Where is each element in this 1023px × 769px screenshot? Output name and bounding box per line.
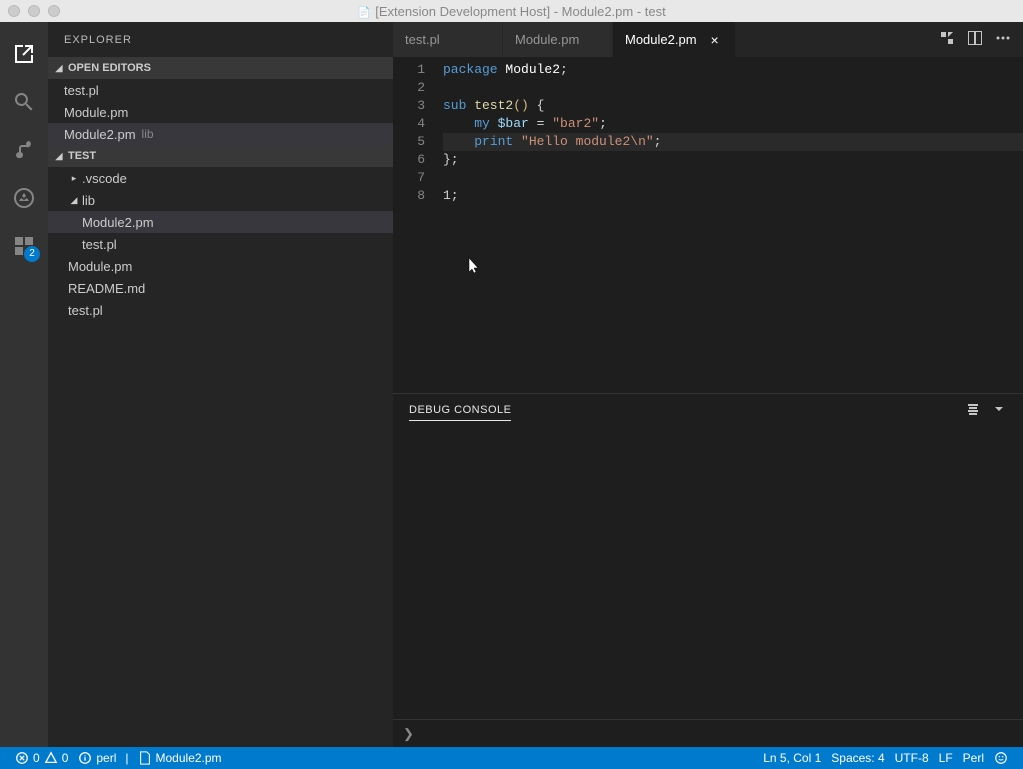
- project-section-header[interactable]: ◢ TEST: [48, 145, 393, 167]
- file-label: test.pl: [82, 237, 117, 252]
- explorer-activity-icon[interactable]: [0, 30, 48, 78]
- extensions-badge: 2: [24, 246, 40, 262]
- console-input[interactable]: ❯: [393, 719, 1023, 747]
- file-path-suffix: lib: [142, 127, 154, 141]
- panel-tab-debug-console[interactable]: DEBUG CONSOLE: [409, 400, 511, 421]
- maximize-window-button[interactable]: [48, 5, 60, 17]
- editor-tab-module-pm[interactable]: Module.pm: [503, 22, 613, 57]
- mouse-cursor-icon: [468, 257, 482, 281]
- warning-icon: [44, 751, 58, 765]
- bottom-panel: DEBUG CONSOLE ❯: [393, 393, 1023, 747]
- panel-header: DEBUG CONSOLE: [393, 394, 1023, 426]
- breadcrumb-file: Module2.pm: [156, 751, 222, 765]
- folder-label: .vscode: [82, 171, 127, 186]
- feedback-status-icon[interactable]: [989, 747, 1013, 769]
- twisty-right-icon: ▸: [68, 173, 80, 183]
- file-icon: [138, 751, 152, 765]
- window-title: [Extension Development Host] - Module2.p…: [357, 4, 665, 19]
- more-actions-icon[interactable]: [995, 30, 1011, 49]
- project-label: TEST: [68, 150, 96, 162]
- file-test-pl-root[interactable]: test.pl: [48, 299, 393, 321]
- open-editors-section-header[interactable]: ◢ OPEN EDITORS: [48, 57, 393, 79]
- twisty-down-icon: ◢: [54, 63, 64, 73]
- eol-status[interactable]: LF: [934, 747, 958, 769]
- folder-vscode[interactable]: ▸ .vscode: [48, 167, 393, 189]
- editor-area: test.pl Module.pm Module2.pm ×: [393, 22, 1023, 747]
- window-titlebar: [Extension Development Host] - Module2.p…: [0, 0, 1023, 22]
- info-icon: [78, 751, 92, 765]
- debug-activity-icon[interactable]: [0, 174, 48, 222]
- file-label: Module.pm: [64, 105, 128, 120]
- error-count: 0: [33, 751, 40, 765]
- window-controls: [8, 5, 60, 17]
- minimize-window-button[interactable]: [28, 5, 40, 17]
- open-editor-item[interactable]: Module2.pm lib: [48, 123, 393, 145]
- open-editor-item[interactable]: Module.pm: [48, 101, 393, 123]
- open-editors-label: OPEN EDITORS: [68, 62, 151, 74]
- code-editor[interactable]: 1 2 3 4 5 6 7 8 package Module2; sub tes…: [393, 57, 1023, 393]
- panel-actions: [965, 401, 1007, 420]
- file-label: README.md: [68, 281, 145, 296]
- editor-actions: [927, 22, 1023, 57]
- extensions-activity-icon[interactable]: 2: [0, 222, 48, 270]
- file-module2-pm[interactable]: Module2.pm: [48, 211, 393, 233]
- tab-label: test.pl: [405, 32, 440, 47]
- smiley-icon: [994, 751, 1008, 765]
- breadcrumb-status[interactable]: Module2.pm: [133, 747, 227, 769]
- problems-status-item[interactable]: 0 0: [10, 747, 73, 769]
- file-label: Module.pm: [68, 259, 132, 274]
- search-activity-icon[interactable]: [0, 78, 48, 126]
- folder-label: lib: [82, 193, 95, 208]
- prompt-icon: ❯: [403, 726, 414, 742]
- compare-changes-icon[interactable]: [939, 30, 955, 49]
- folder-lib[interactable]: ◢ lib: [48, 189, 393, 211]
- file-label: test.pl: [68, 303, 103, 318]
- file-readme-md[interactable]: README.md: [48, 277, 393, 299]
- line-number-gutter: 1 2 3 4 5 6 7 8: [393, 57, 443, 393]
- twisty-down-icon: ◢: [54, 151, 64, 161]
- source-control-activity-icon[interactable]: [0, 126, 48, 174]
- error-icon: [15, 751, 29, 765]
- file-test-pl[interactable]: test.pl: [48, 233, 393, 255]
- warning-count: 0: [62, 751, 69, 765]
- file-module-pm[interactable]: Module.pm: [48, 255, 393, 277]
- console-output[interactable]: [393, 426, 1023, 719]
- cursor-position-status[interactable]: Ln 5, Col 1: [758, 747, 826, 769]
- title-text: [Extension Development Host] - Module2.p…: [375, 4, 665, 19]
- file-label: Module2.pm: [64, 127, 136, 142]
- indentation-status[interactable]: Spaces: 4: [826, 747, 889, 769]
- language-mode-status[interactable]: Perl: [958, 747, 989, 769]
- language-engine-status[interactable]: perl: [73, 747, 121, 769]
- explorer-sidebar: EXPLORER ◢ OPEN EDITORS test.pl Module.p…: [48, 22, 393, 747]
- code-content[interactable]: package Module2; sub test2() { my $bar =…: [443, 57, 1023, 393]
- clear-console-icon[interactable]: [965, 401, 981, 420]
- file-label: test.pl: [64, 83, 99, 98]
- status-bar: 0 0 perl | Module2.pm Ln 5, Col 1 Spaces…: [0, 747, 1023, 769]
- sidebar-title: EXPLORER: [48, 22, 393, 57]
- open-editor-item[interactable]: test.pl: [48, 79, 393, 101]
- activity-bar: 2: [0, 22, 48, 747]
- close-tab-icon[interactable]: ×: [707, 32, 723, 48]
- file-icon: [357, 4, 371, 18]
- chevron-down-icon[interactable]: [991, 401, 1007, 420]
- split-editor-icon[interactable]: [967, 30, 983, 49]
- engine-label: perl: [96, 751, 116, 765]
- editor-tabs: test.pl Module.pm Module2.pm ×: [393, 22, 1023, 57]
- tab-label: Module2.pm: [625, 32, 697, 47]
- editor-tab-test-pl[interactable]: test.pl: [393, 22, 503, 57]
- encoding-status[interactable]: UTF-8: [890, 747, 934, 769]
- editor-tab-module2-pm[interactable]: Module2.pm ×: [613, 22, 736, 57]
- twisty-down-icon: ◢: [68, 195, 80, 205]
- tab-label: Module.pm: [515, 32, 579, 47]
- close-window-button[interactable]: [8, 5, 20, 17]
- file-label: Module2.pm: [82, 215, 154, 230]
